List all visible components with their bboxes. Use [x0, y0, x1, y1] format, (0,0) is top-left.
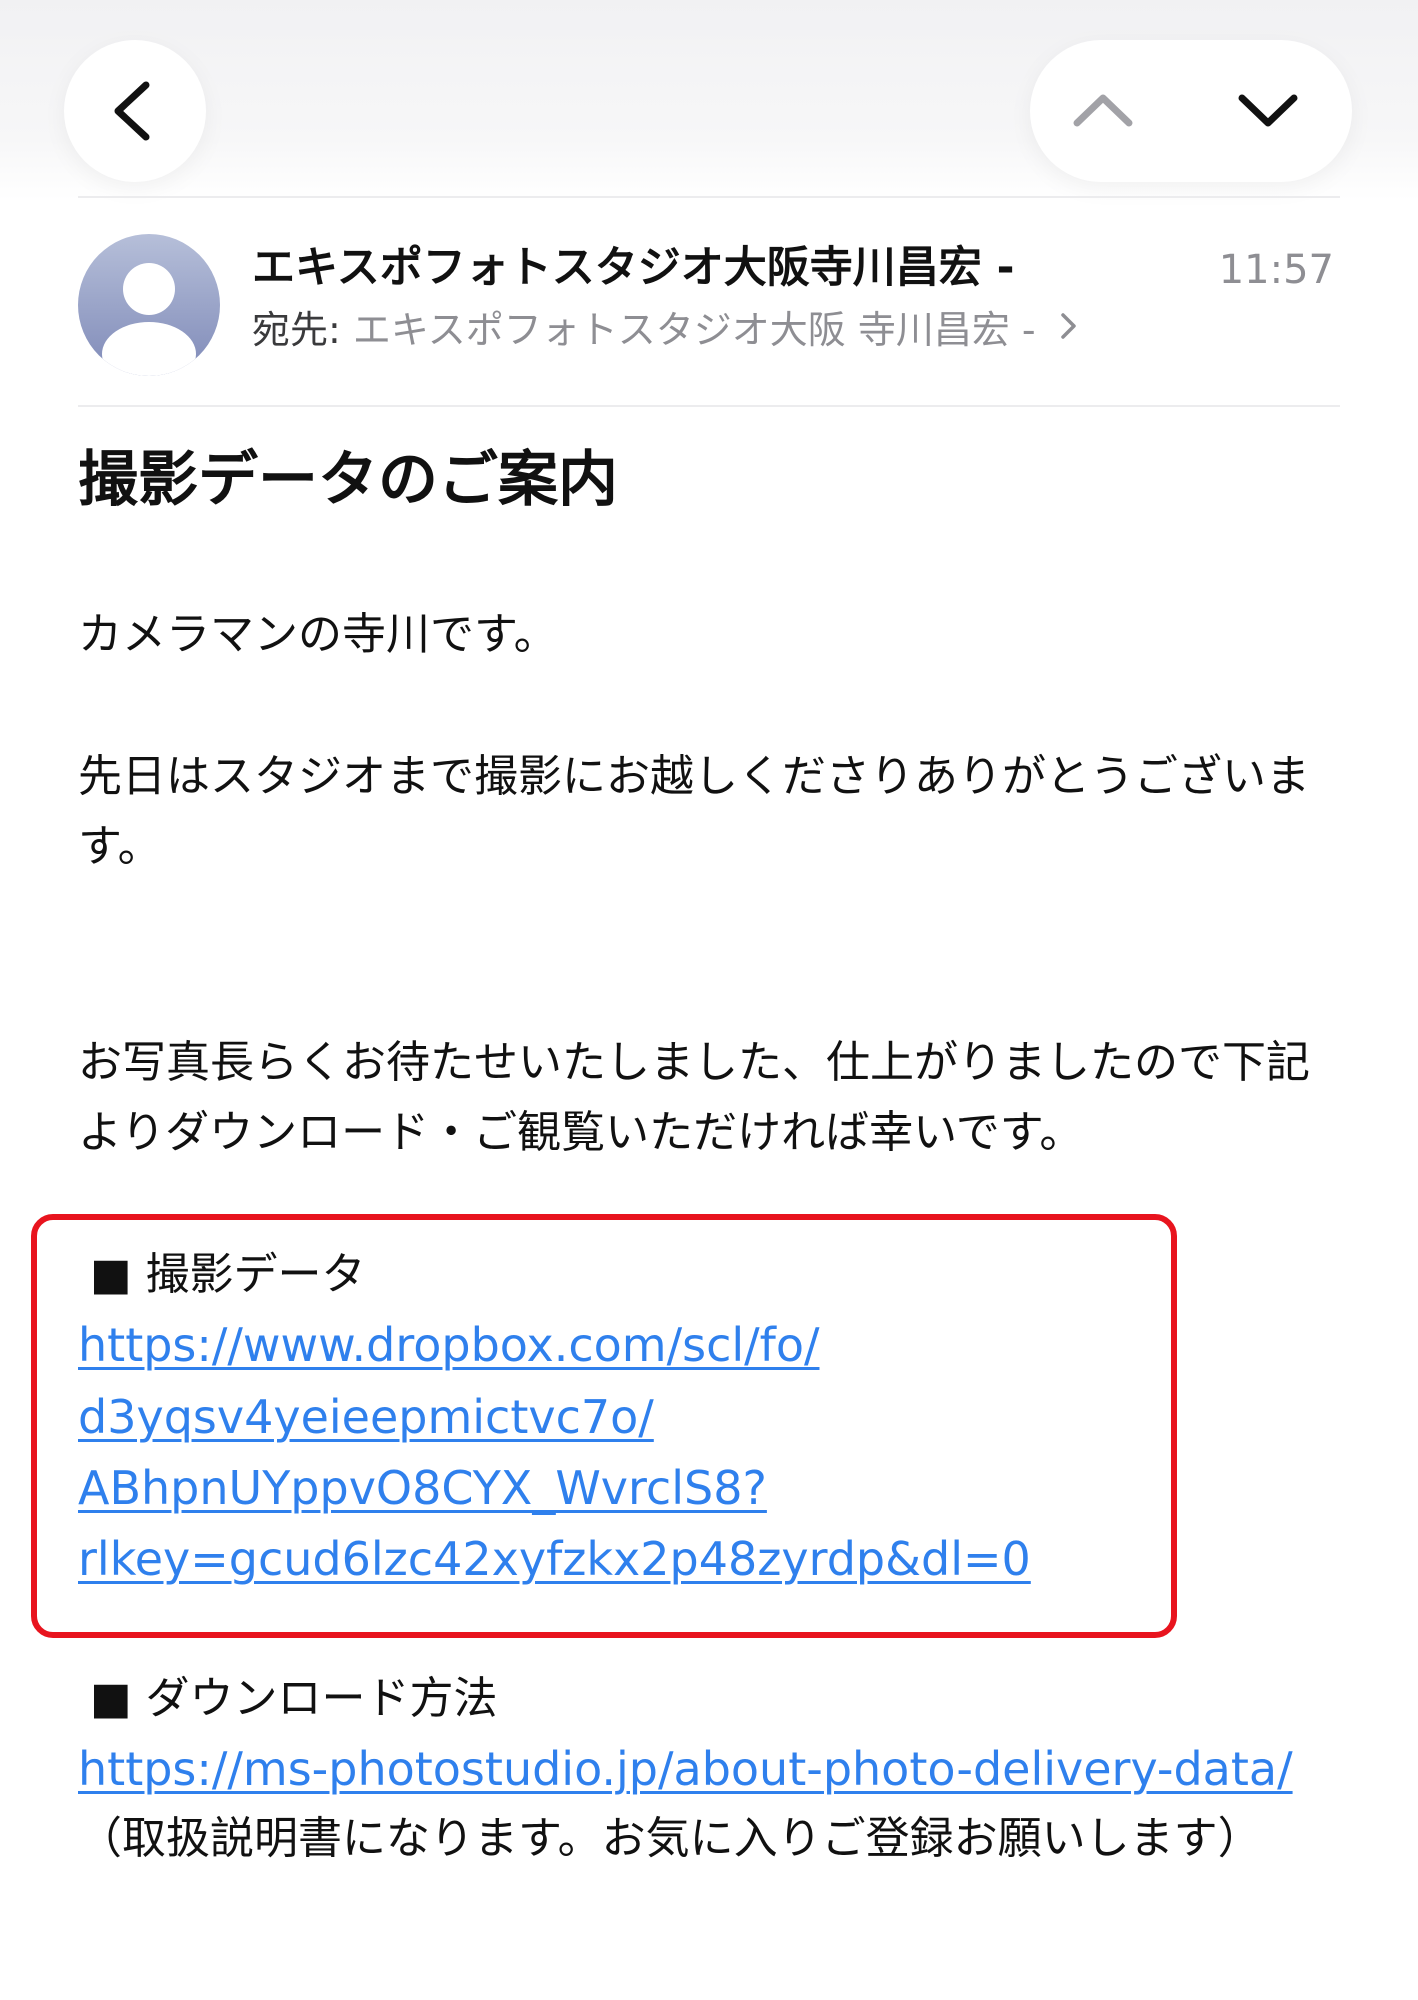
chevron-down-icon[interactable] [1198, 40, 1338, 182]
chevron-right-icon[interactable] [1058, 309, 1080, 343]
chevron-left-icon [114, 81, 150, 141]
download-note: （取扱説明書になります。お気に入りご登録お願いします） [78, 1813, 1262, 1864]
download-method-heading: ■ ダウンロード方法 [90, 1673, 498, 1724]
dropbox-link[interactable]: rlkey=gcud6lzc42xyfzkx2p48zyrdp&dl=0 [78, 1524, 1031, 1594]
dropbox-link[interactable]: d3yqsv4yeieepmictvc7o/ [78, 1382, 654, 1452]
sender-avatar[interactable] [78, 234, 220, 376]
greeting-text: カメラマンの寺川です。 [78, 609, 558, 660]
person-silhouette-icon [102, 263, 196, 376]
back-button[interactable] [64, 40, 206, 182]
message-navigation-pill [1030, 40, 1352, 182]
sender-name[interactable]: エキスポフォトスタジオ大阪寺川昌宏 - [252, 240, 1192, 296]
to-label: 宛先: [252, 308, 341, 352]
divider [78, 405, 1340, 407]
recipient-name[interactable]: エキスポフォトスタジオ大阪 寺川昌宏 - [353, 308, 1036, 352]
chevron-up-icon[interactable] [1030, 40, 1170, 182]
dropbox-link[interactable]: ABhpnUYppvO8CYX_WvrclS8? [78, 1453, 767, 1523]
timestamp: 11:57 [1218, 247, 1334, 293]
recipient-line[interactable]: 宛先: エキスポフォトスタジオ大阪 寺川昌宏 - [252, 304, 1252, 356]
email-subject: 撮影データのご案内 [78, 445, 618, 515]
photo-data-heading: ■ 撮影データ [90, 1249, 366, 1300]
thanks-text: 先日はスタジオまで撮影にお越しくださりありがとうございます。 [78, 751, 1310, 872]
message-text: お写真長らくお待たせいたしました、仕上がりましたので下記よりダウンロード・ご観覧… [78, 1037, 1310, 1158]
divider [78, 196, 1340, 198]
dropbox-link[interactable]: https://www.dropbox.com/scl/fo/ [78, 1310, 819, 1380]
download-guide-link[interactable]: https://ms-photostudio.jp/about-photo-de… [78, 1734, 1293, 1804]
